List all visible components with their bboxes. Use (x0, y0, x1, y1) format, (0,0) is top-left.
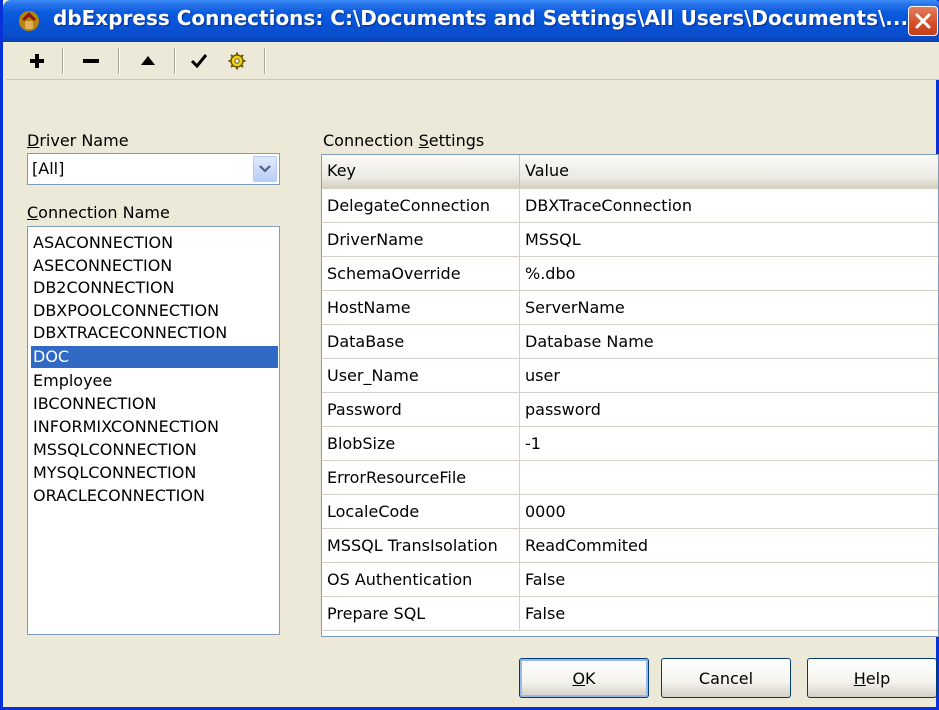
grid-row[interactable]: Password password (322, 393, 938, 427)
list-item[interactable]: DB2CONNECTION (31, 277, 278, 299)
column-header-key[interactable]: Key (322, 155, 520, 187)
close-icon (915, 13, 931, 29)
setting-key-cell[interactable]: Prepare SQL (322, 597, 520, 631)
driver-name-label: Driver Name (27, 131, 129, 150)
grid-row[interactable]: BlobSize -1 (322, 427, 938, 461)
connection-settings-grid[interactable]: Key Value DelegateConnection DBXTraceConn… (321, 154, 939, 637)
cancel-button[interactable]: Cancel (661, 658, 791, 698)
grid-row[interactable]: Prepare SQL False (322, 597, 938, 631)
setting-value-cell[interactable]: False (520, 597, 938, 631)
setting-key-cell[interactable]: Password (322, 393, 520, 427)
list-item[interactable]: Employee (31, 370, 278, 392)
connection-settings-label: Connection Settings (323, 131, 485, 150)
setting-value-cell[interactable]: password (520, 393, 938, 427)
grid-row[interactable]: ErrorResourceFile (322, 461, 938, 495)
setting-key-cell[interactable]: OS Authentication (322, 563, 520, 597)
grid-row[interactable]: SchemaOverride %.dbo (322, 257, 938, 291)
list-item[interactable]: DBXPOOLCONNECTION (31, 300, 278, 322)
grid-row[interactable]: User_Name user (322, 359, 938, 393)
setting-value-cell[interactable]: False (520, 563, 938, 597)
window-title: dbExpress Connections: C:\Documents and … (53, 6, 909, 30)
list-item-selected[interactable]: DOC (31, 346, 278, 368)
close-button[interactable] (908, 6, 938, 36)
setting-value-cell[interactable]: %.dbo (520, 257, 938, 291)
list-item[interactable]: ORACLECONNECTION (31, 485, 278, 507)
toolbar-separator (174, 48, 176, 74)
list-item[interactable]: INFORMIXCONNECTION (31, 416, 278, 438)
add-connection-button[interactable] (24, 46, 50, 76)
toolbar-separator (118, 48, 120, 74)
setting-key-cell[interactable]: MSSQL TransIsolation (322, 529, 520, 563)
setting-value-cell[interactable]: DBXTraceConnection (520, 189, 938, 223)
list-item[interactable]: MYSQLCONNECTION (31, 462, 278, 484)
toolbar-separator (264, 48, 266, 74)
setting-key-cell[interactable]: ErrorResourceFile (322, 461, 520, 495)
toolbar-separator (62, 48, 64, 74)
toolbar (6, 42, 939, 80)
ok-button[interactable]: OK (519, 658, 649, 698)
grid-row[interactable]: HostName ServerName (322, 291, 938, 325)
setting-value-cell[interactable]: user (520, 359, 938, 393)
driver-name-select[interactable]: [All] (27, 153, 280, 185)
grid-row[interactable]: DataBase Database Name (322, 325, 938, 359)
setting-value-cell[interactable]: ServerName (520, 291, 938, 325)
help-button[interactable]: Help (807, 658, 937, 698)
minus-icon (83, 59, 99, 63)
driver-settings-button[interactable] (224, 46, 250, 76)
setting-key-cell[interactable]: LocaleCode (322, 495, 520, 529)
column-header-value[interactable]: Value (520, 155, 938, 187)
driver-name-value: [All] (32, 159, 65, 178)
grid-row[interactable]: DelegateConnection DBXTraceConnection (322, 189, 938, 223)
grid-row[interactable]: OS Authentication False (322, 563, 938, 597)
connection-name-label: Connection Name (27, 203, 170, 222)
setting-key-cell[interactable]: HostName (322, 291, 520, 325)
rename-connection-button[interactable] (134, 46, 162, 76)
connection-name-list[interactable]: ASACONNECTION ASECONNECTION DB2CONNECTIO… (27, 226, 280, 635)
list-item[interactable]: ASACONNECTION (31, 232, 278, 254)
setting-value-cell[interactable]: Database Name (520, 325, 938, 359)
app-icon (17, 9, 41, 33)
setting-key-cell[interactable]: User_Name (322, 359, 520, 393)
remove-connection-button[interactable] (76, 46, 106, 76)
setting-value-cell[interactable]: ReadCommited (520, 529, 938, 563)
setting-value-cell[interactable]: 0000 (520, 495, 938, 529)
dropdown-button[interactable] (253, 156, 277, 182)
setting-value-cell[interactable]: -1 (520, 427, 938, 461)
setting-key-cell[interactable]: BlobSize (322, 427, 520, 461)
setting-value-cell[interactable]: MSSQL (520, 223, 938, 257)
dialog-window: dbExpress Connections: C:\Documents and … (0, 0, 939, 710)
setting-key-cell[interactable]: SchemaOverride (322, 257, 520, 291)
list-item[interactable]: MSSQLCONNECTION (31, 439, 278, 461)
list-item[interactable]: ASECONNECTION (31, 255, 278, 277)
setting-key-cell[interactable]: DriverName (322, 223, 520, 257)
test-connection-button[interactable] (186, 46, 212, 76)
list-item[interactable]: DBXTRACECONNECTION (31, 322, 278, 344)
title-bar[interactable]: dbExpress Connections: C:\Documents and … (3, 0, 939, 42)
setting-value-cell[interactable] (520, 461, 938, 495)
grid-row[interactable]: MSSQL TransIsolation ReadCommited (322, 529, 938, 563)
grid-row[interactable]: LocaleCode 0000 (322, 495, 938, 529)
setting-key-cell[interactable]: DelegateConnection (322, 189, 520, 223)
chevron-down-icon (259, 165, 271, 173)
list-item[interactable]: IBCONNECTION (31, 393, 278, 415)
checkmark-icon (190, 54, 208, 69)
grid-row[interactable]: DriverName MSSQL (322, 223, 938, 257)
plus-icon (30, 54, 44, 68)
setting-key-cell[interactable]: DataBase (322, 325, 520, 359)
grid-header: Key Value (322, 155, 938, 189)
gear-icon (228, 52, 246, 70)
triangle-up-icon (141, 56, 155, 65)
